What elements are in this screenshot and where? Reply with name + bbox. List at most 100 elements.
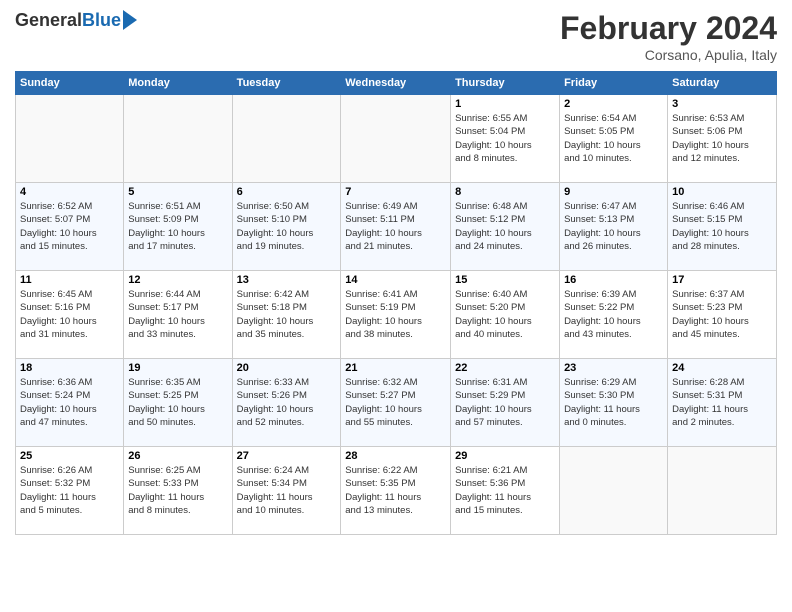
table-row: 23 Sunrise: 6:29 AM Sunset: 5:30 PM Dayli… <box>560 359 668 447</box>
day-number: 20 <box>237 362 337 374</box>
table-row: 6 Sunrise: 6:50 AM Sunset: 5:10 PM Daylig… <box>232 183 341 271</box>
day-info: Sunrise: 6:41 AM Sunset: 5:19 PM Dayligh… <box>345 288 446 341</box>
day-number: 23 <box>564 362 663 374</box>
day-info: Sunrise: 6:42 AM Sunset: 5:18 PM Dayligh… <box>237 288 337 341</box>
day-number: 21 <box>345 362 446 374</box>
day-info: Sunrise: 6:46 AM Sunset: 5:15 PM Dayligh… <box>672 200 772 253</box>
day-number: 1 <box>455 98 555 110</box>
table-row: 27 Sunrise: 6:24 AM Sunset: 5:34 PM Dayli… <box>232 447 341 535</box>
table-row: 1 Sunrise: 6:55 AM Sunset: 5:04 PM Daylig… <box>451 95 560 183</box>
day-info: Sunrise: 6:49 AM Sunset: 5:11 PM Dayligh… <box>345 200 446 253</box>
table-row <box>16 95 124 183</box>
day-info: Sunrise: 6:28 AM Sunset: 5:31 PM Dayligh… <box>672 376 772 429</box>
col-sunday: Sunday <box>16 72 124 95</box>
day-number: 2 <box>564 98 663 110</box>
day-number: 4 <box>20 186 119 198</box>
day-number: 27 <box>237 450 337 462</box>
table-row: 10 Sunrise: 6:46 AM Sunset: 5:15 PM Dayli… <box>668 183 777 271</box>
day-number: 6 <box>237 186 337 198</box>
day-info: Sunrise: 6:51 AM Sunset: 5:09 PM Dayligh… <box>128 200 227 253</box>
day-info: Sunrise: 6:24 AM Sunset: 5:34 PM Dayligh… <box>237 464 337 517</box>
day-number: 13 <box>237 274 337 286</box>
day-info: Sunrise: 6:45 AM Sunset: 5:16 PM Dayligh… <box>20 288 119 341</box>
header: General Blue February 2024 Corsano, Apul… <box>15 10 777 63</box>
day-number: 3 <box>672 98 772 110</box>
day-number: 8 <box>455 186 555 198</box>
day-number: 17 <box>672 274 772 286</box>
day-number: 25 <box>20 450 119 462</box>
day-number: 19 <box>128 362 227 374</box>
col-friday: Friday <box>560 72 668 95</box>
day-info: Sunrise: 6:21 AM Sunset: 5:36 PM Dayligh… <box>455 464 555 517</box>
month-title: February 2024 <box>560 10 777 47</box>
day-info: Sunrise: 6:32 AM Sunset: 5:27 PM Dayligh… <box>345 376 446 429</box>
table-row: 22 Sunrise: 6:31 AM Sunset: 5:29 PM Dayli… <box>451 359 560 447</box>
table-row: 11 Sunrise: 6:45 AM Sunset: 5:16 PM Dayli… <box>16 271 124 359</box>
day-number: 24 <box>672 362 772 374</box>
day-number: 22 <box>455 362 555 374</box>
day-info: Sunrise: 6:25 AM Sunset: 5:33 PM Dayligh… <box>128 464 227 517</box>
calendar-week-row: 1 Sunrise: 6:55 AM Sunset: 5:04 PM Daylig… <box>16 95 777 183</box>
table-row: 8Sunrise: 6:48 AM Sunset: 5:12 PM Daylig… <box>451 183 560 271</box>
day-info: Sunrise: 6:50 AM Sunset: 5:10 PM Dayligh… <box>237 200 337 253</box>
table-row: 24 Sunrise: 6:28 AM Sunset: 5:31 PM Dayli… <box>668 359 777 447</box>
day-info: Sunrise: 6:35 AM Sunset: 5:25 PM Dayligh… <box>128 376 227 429</box>
day-number: 29 <box>455 450 555 462</box>
col-wednesday: Wednesday <box>341 72 451 95</box>
location-subtitle: Corsano, Apulia, Italy <box>560 47 777 63</box>
day-number: 10 <box>672 186 772 198</box>
day-info: Sunrise: 6:52 AM Sunset: 5:07 PM Dayligh… <box>20 200 119 253</box>
day-info: Sunrise: 6:53 AM Sunset: 5:06 PM Dayligh… <box>672 112 772 165</box>
calendar-header-row: Sunday Monday Tuesday Wednesday Thursday… <box>16 72 777 95</box>
calendar-week-row: 18 Sunrise: 6:36 AM Sunset: 5:24 PM Dayli… <box>16 359 777 447</box>
day-number: 18 <box>20 362 119 374</box>
table-row: 20 Sunrise: 6:33 AM Sunset: 5:26 PM Dayli… <box>232 359 341 447</box>
day-number: 16 <box>564 274 663 286</box>
day-number: 9 <box>564 186 663 198</box>
table-row: 18 Sunrise: 6:36 AM Sunset: 5:24 PM Dayli… <box>16 359 124 447</box>
day-info: Sunrise: 6:37 AM Sunset: 5:23 PM Dayligh… <box>672 288 772 341</box>
table-row: 26Sunrise: 6:25 AM Sunset: 5:33 PM Dayli… <box>124 447 232 535</box>
day-info: Sunrise: 6:22 AM Sunset: 5:35 PM Dayligh… <box>345 464 446 517</box>
logo-arrow-icon <box>123 10 137 30</box>
day-number: 28 <box>345 450 446 462</box>
day-number: 7 <box>345 186 446 198</box>
table-row <box>560 447 668 535</box>
table-row: 7 Sunrise: 6:49 AM Sunset: 5:11 PM Daylig… <box>341 183 451 271</box>
day-info: Sunrise: 6:40 AM Sunset: 5:20 PM Dayligh… <box>455 288 555 341</box>
col-monday: Monday <box>124 72 232 95</box>
day-info: Sunrise: 6:36 AM Sunset: 5:24 PM Dayligh… <box>20 376 119 429</box>
table-row: 9 Sunrise: 6:47 AM Sunset: 5:13 PM Daylig… <box>560 183 668 271</box>
day-info: Sunrise: 6:33 AM Sunset: 5:26 PM Dayligh… <box>237 376 337 429</box>
calendar-week-row: 25 Sunrise: 6:26 AM Sunset: 5:32 PM Dayli… <box>16 447 777 535</box>
table-row: 2 Sunrise: 6:54 AM Sunset: 5:05 PM Daylig… <box>560 95 668 183</box>
day-info: Sunrise: 6:26 AM Sunset: 5:32 PM Dayligh… <box>20 464 119 517</box>
table-row: 3 Sunrise: 6:53 AM Sunset: 5:06 PM Daylig… <box>668 95 777 183</box>
day-number: 11 <box>20 274 119 286</box>
table-row: 12Sunrise: 6:44 AM Sunset: 5:17 PM Dayli… <box>124 271 232 359</box>
calendar-week-row: 11 Sunrise: 6:45 AM Sunset: 5:16 PM Dayli… <box>16 271 777 359</box>
day-info: Sunrise: 6:55 AM Sunset: 5:04 PM Dayligh… <box>455 112 555 165</box>
day-info: Sunrise: 6:44 AM Sunset: 5:17 PM Dayligh… <box>128 288 227 341</box>
table-row: 13 Sunrise: 6:42 AM Sunset: 5:18 PM Dayli… <box>232 271 341 359</box>
day-info: Sunrise: 6:47 AM Sunset: 5:13 PM Dayligh… <box>564 200 663 253</box>
table-row: 16Sunrise: 6:39 AM Sunset: 5:22 PM Dayli… <box>560 271 668 359</box>
table-row: 14Sunrise: 6:41 AM Sunset: 5:19 PM Dayli… <box>341 271 451 359</box>
calendar-table: Sunday Monday Tuesday Wednesday Thursday… <box>15 71 777 535</box>
table-row: 17 Sunrise: 6:37 AM Sunset: 5:23 PM Dayli… <box>668 271 777 359</box>
day-info: Sunrise: 6:54 AM Sunset: 5:05 PM Dayligh… <box>564 112 663 165</box>
logo-general-text: General <box>15 10 82 31</box>
col-tuesday: Tuesday <box>232 72 341 95</box>
table-row: 25 Sunrise: 6:26 AM Sunset: 5:32 PM Dayli… <box>16 447 124 535</box>
day-number: 15 <box>455 274 555 286</box>
table-row <box>668 447 777 535</box>
col-thursday: Thursday <box>451 72 560 95</box>
day-info: Sunrise: 6:31 AM Sunset: 5:29 PM Dayligh… <box>455 376 555 429</box>
logo-blue-text: Blue <box>82 10 121 31</box>
title-section: February 2024 Corsano, Apulia, Italy <box>560 10 777 63</box>
calendar-week-row: 4 Sunrise: 6:52 AM Sunset: 5:07 PM Daylig… <box>16 183 777 271</box>
table-row: 15 Sunrise: 6:40 AM Sunset: 5:20 PM Dayli… <box>451 271 560 359</box>
table-row <box>341 95 451 183</box>
day-info: Sunrise: 6:29 AM Sunset: 5:30 PM Dayligh… <box>564 376 663 429</box>
table-row: 19 Sunrise: 6:35 AM Sunset: 5:25 PM Dayli… <box>124 359 232 447</box>
